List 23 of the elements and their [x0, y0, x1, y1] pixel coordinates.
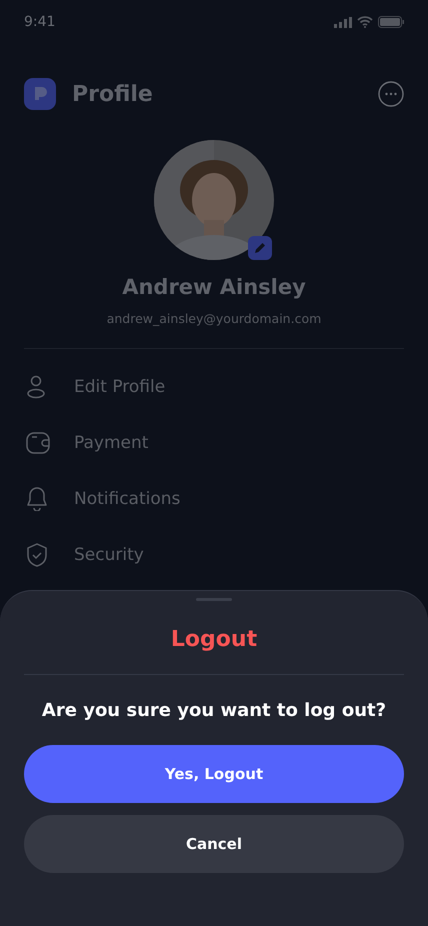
status-time: 9:41 — [24, 14, 56, 30]
signal-icon — [334, 16, 352, 28]
menu-item[interactable]: Notifications — [24, 471, 404, 527]
confirm-message: Are you sure you want to log out? — [42, 700, 386, 721]
menu-item[interactable]: Payment — [24, 415, 404, 471]
edit-avatar-button[interactable] — [248, 236, 272, 260]
person-icon — [26, 375, 46, 399]
bell-icon — [26, 487, 48, 511]
user-name: Andrew Ainsley — [122, 275, 306, 299]
more-options-button[interactable] — [378, 81, 404, 107]
shield-check-icon — [26, 543, 48, 567]
user-email: andrew_ainsley@yourdomain.com — [106, 311, 322, 326]
pencil-icon — [253, 241, 267, 255]
wifi-icon — [357, 16, 373, 28]
confirm-logout-button[interactable]: Yes, Logout — [24, 745, 404, 803]
sheet-title: Logout — [170, 627, 258, 652]
wallet-icon — [26, 432, 50, 454]
battery-icon — [378, 16, 404, 28]
app-logo-icon — [24, 78, 56, 110]
cancel-button[interactable]: Cancel — [24, 815, 404, 873]
menu-item[interactable]: Edit Profile — [24, 359, 404, 415]
page-title: Profile — [72, 82, 154, 106]
menu-item[interactable]: Security — [24, 527, 404, 583]
